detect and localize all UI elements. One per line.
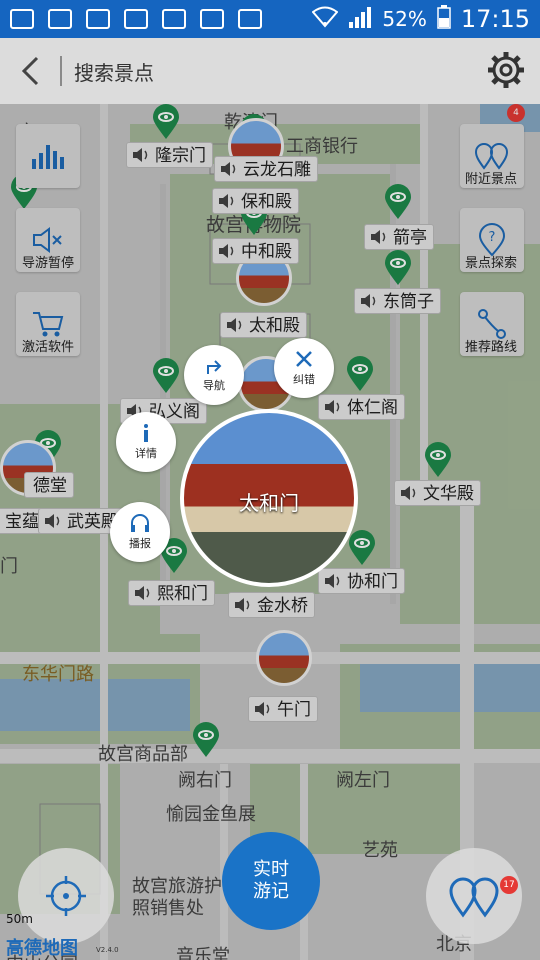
speaker-icon <box>45 514 60 528</box>
spot-thumbnail[interactable] <box>256 630 312 686</box>
signal-icon <box>348 6 372 33</box>
map-pin-icon[interactable] <box>346 356 374 392</box>
speaker-icon <box>219 244 234 258</box>
back-button[interactable] <box>0 38 60 104</box>
nearby-spots-label: 附近景点 <box>465 172 518 187</box>
spot-explore-label: 景点探索 <box>465 256 518 271</box>
poi-label[interactable]: 太和殿 <box>220 312 307 338</box>
speaker-icon <box>0 512 1 530</box>
poi-label[interactable]: 德堂 <box>24 472 74 498</box>
map-label-photo-office: 故宫旅游护照销售处 <box>132 876 222 919</box>
notification-icons <box>10 9 262 29</box>
poi-label[interactable]: 文华殿 <box>394 480 481 506</box>
poi-label[interactable]: 云龙石雕 <box>214 156 318 182</box>
settings-button[interactable] <box>486 50 526 90</box>
speaker-mute-icon <box>33 227 62 253</box>
details-button[interactable]: 详情 <box>116 412 176 472</box>
header-divider <box>60 56 62 86</box>
speaker-icon <box>227 318 242 332</box>
map-scale: 50m <box>6 912 33 926</box>
audio-bars-button[interactable] <box>16 124 80 188</box>
map-label-men: 门 <box>0 556 18 577</box>
poi-label[interactable]: 隆宗门 <box>126 142 213 168</box>
nearby-count-badge: 17 <box>500 876 518 894</box>
status-bar: 52% 17:15 <box>0 0 540 38</box>
map-pin-icon[interactable] <box>384 250 412 286</box>
map-label-music: 音乐堂 <box>176 946 230 960</box>
poi-label[interactable]: 午门 <box>248 696 318 722</box>
map-pin-icon[interactable] <box>152 358 180 394</box>
amap-logo: 高德地图 <box>6 938 78 959</box>
speaker-icon <box>235 598 250 612</box>
play-audio-button[interactable]: 播报 <box>110 502 170 562</box>
speaker-icon <box>135 586 150 600</box>
nearby-pins-icon <box>449 877 499 918</box>
speaker-icon <box>133 148 148 162</box>
cart-icon <box>33 312 64 337</box>
map-label-donghua-road: 东华门路 <box>22 664 94 685</box>
map-pin-icon[interactable] <box>152 104 180 140</box>
selected-spot-name: 太和门 <box>239 491 299 515</box>
turn-arrow-icon <box>207 360 222 374</box>
map-pin-icon[interactable] <box>424 442 452 478</box>
nearby-badge: 4 <box>507 104 525 122</box>
poi-label[interactable]: 保和殿 <box>212 188 299 214</box>
map-label-yiyuan: 艺苑 <box>362 840 398 861</box>
bird-icon <box>162 9 186 29</box>
audio-bars-icon <box>32 145 64 169</box>
speaker-icon <box>361 294 376 308</box>
poi-label[interactable]: 东筒子 <box>354 288 441 314</box>
map-pin-icon[interactable] <box>348 530 376 566</box>
image-icon <box>200 9 224 29</box>
app-header: 搜索景点 <box>0 38 540 104</box>
info-icon <box>144 424 148 442</box>
crosshair-icon <box>46 876 86 916</box>
map-label-icbc: 工商银行 <box>286 136 358 157</box>
selected-spot-photo[interactable]: 太和门 <box>180 409 358 587</box>
tools-icon <box>296 351 312 367</box>
speaker-icon <box>325 574 340 588</box>
poi-label[interactable]: 熙和门 <box>128 580 215 606</box>
svg-text:?: ? <box>489 230 496 245</box>
clock: 17:15 <box>460 5 530 33</box>
battery-percent: 52% <box>382 7 427 31</box>
shopping-bag-icon <box>124 9 148 29</box>
navigate-button[interactable]: 导航 <box>184 345 244 405</box>
speaker-icon <box>255 702 270 716</box>
bird-icon <box>86 9 110 29</box>
search-spots-field[interactable]: 搜索景点 <box>74 57 154 86</box>
download-icon <box>48 9 72 29</box>
poi-label[interactable]: 体仁阁 <box>318 394 405 420</box>
activate-software-label: 激活软件 <box>22 340 75 355</box>
window-icon <box>10 9 34 29</box>
poi-label[interactable]: 箭亭 <box>364 224 434 250</box>
locate-me-button[interactable] <box>18 848 114 944</box>
live-travelogue-button[interactable]: 实时 游记 <box>222 832 320 930</box>
map-label-yuyuan: 愉园金鱼展 <box>166 804 256 825</box>
map-pin-icon[interactable] <box>384 184 412 220</box>
guide-pause-label: 导游暂停 <box>22 256 75 271</box>
poi-label[interactable]: 金水桥 <box>228 592 315 618</box>
speaker-icon <box>401 486 416 500</box>
battery-icon <box>437 4 451 34</box>
speaker-icon <box>221 162 236 176</box>
amap-version: V2.4.0 <box>96 946 119 954</box>
map-label-quezuo: 阙左门 <box>336 770 390 791</box>
correct-error-button[interactable]: 纠错 <box>274 338 334 398</box>
map-label-queyou: 阙右门 <box>178 770 232 791</box>
wechat-icon <box>238 9 262 29</box>
wifi-icon <box>311 6 339 33</box>
speaker-icon <box>325 400 340 414</box>
headphones-icon <box>131 514 149 532</box>
speaker-icon <box>371 230 386 244</box>
poi-label[interactable]: 协和门 <box>318 568 405 594</box>
map-label-shop: 故宫商品部 <box>98 744 188 765</box>
chevron-left-icon <box>21 56 39 86</box>
map-pin-icon[interactable] <box>192 722 220 758</box>
recommended-route-label: 推荐路线 <box>465 340 518 355</box>
gear-icon <box>488 52 524 88</box>
poi-label[interactable]: 中和殿 <box>212 238 299 264</box>
speaker-icon <box>219 194 234 208</box>
nearby-pins-round-button[interactable] <box>426 848 522 944</box>
